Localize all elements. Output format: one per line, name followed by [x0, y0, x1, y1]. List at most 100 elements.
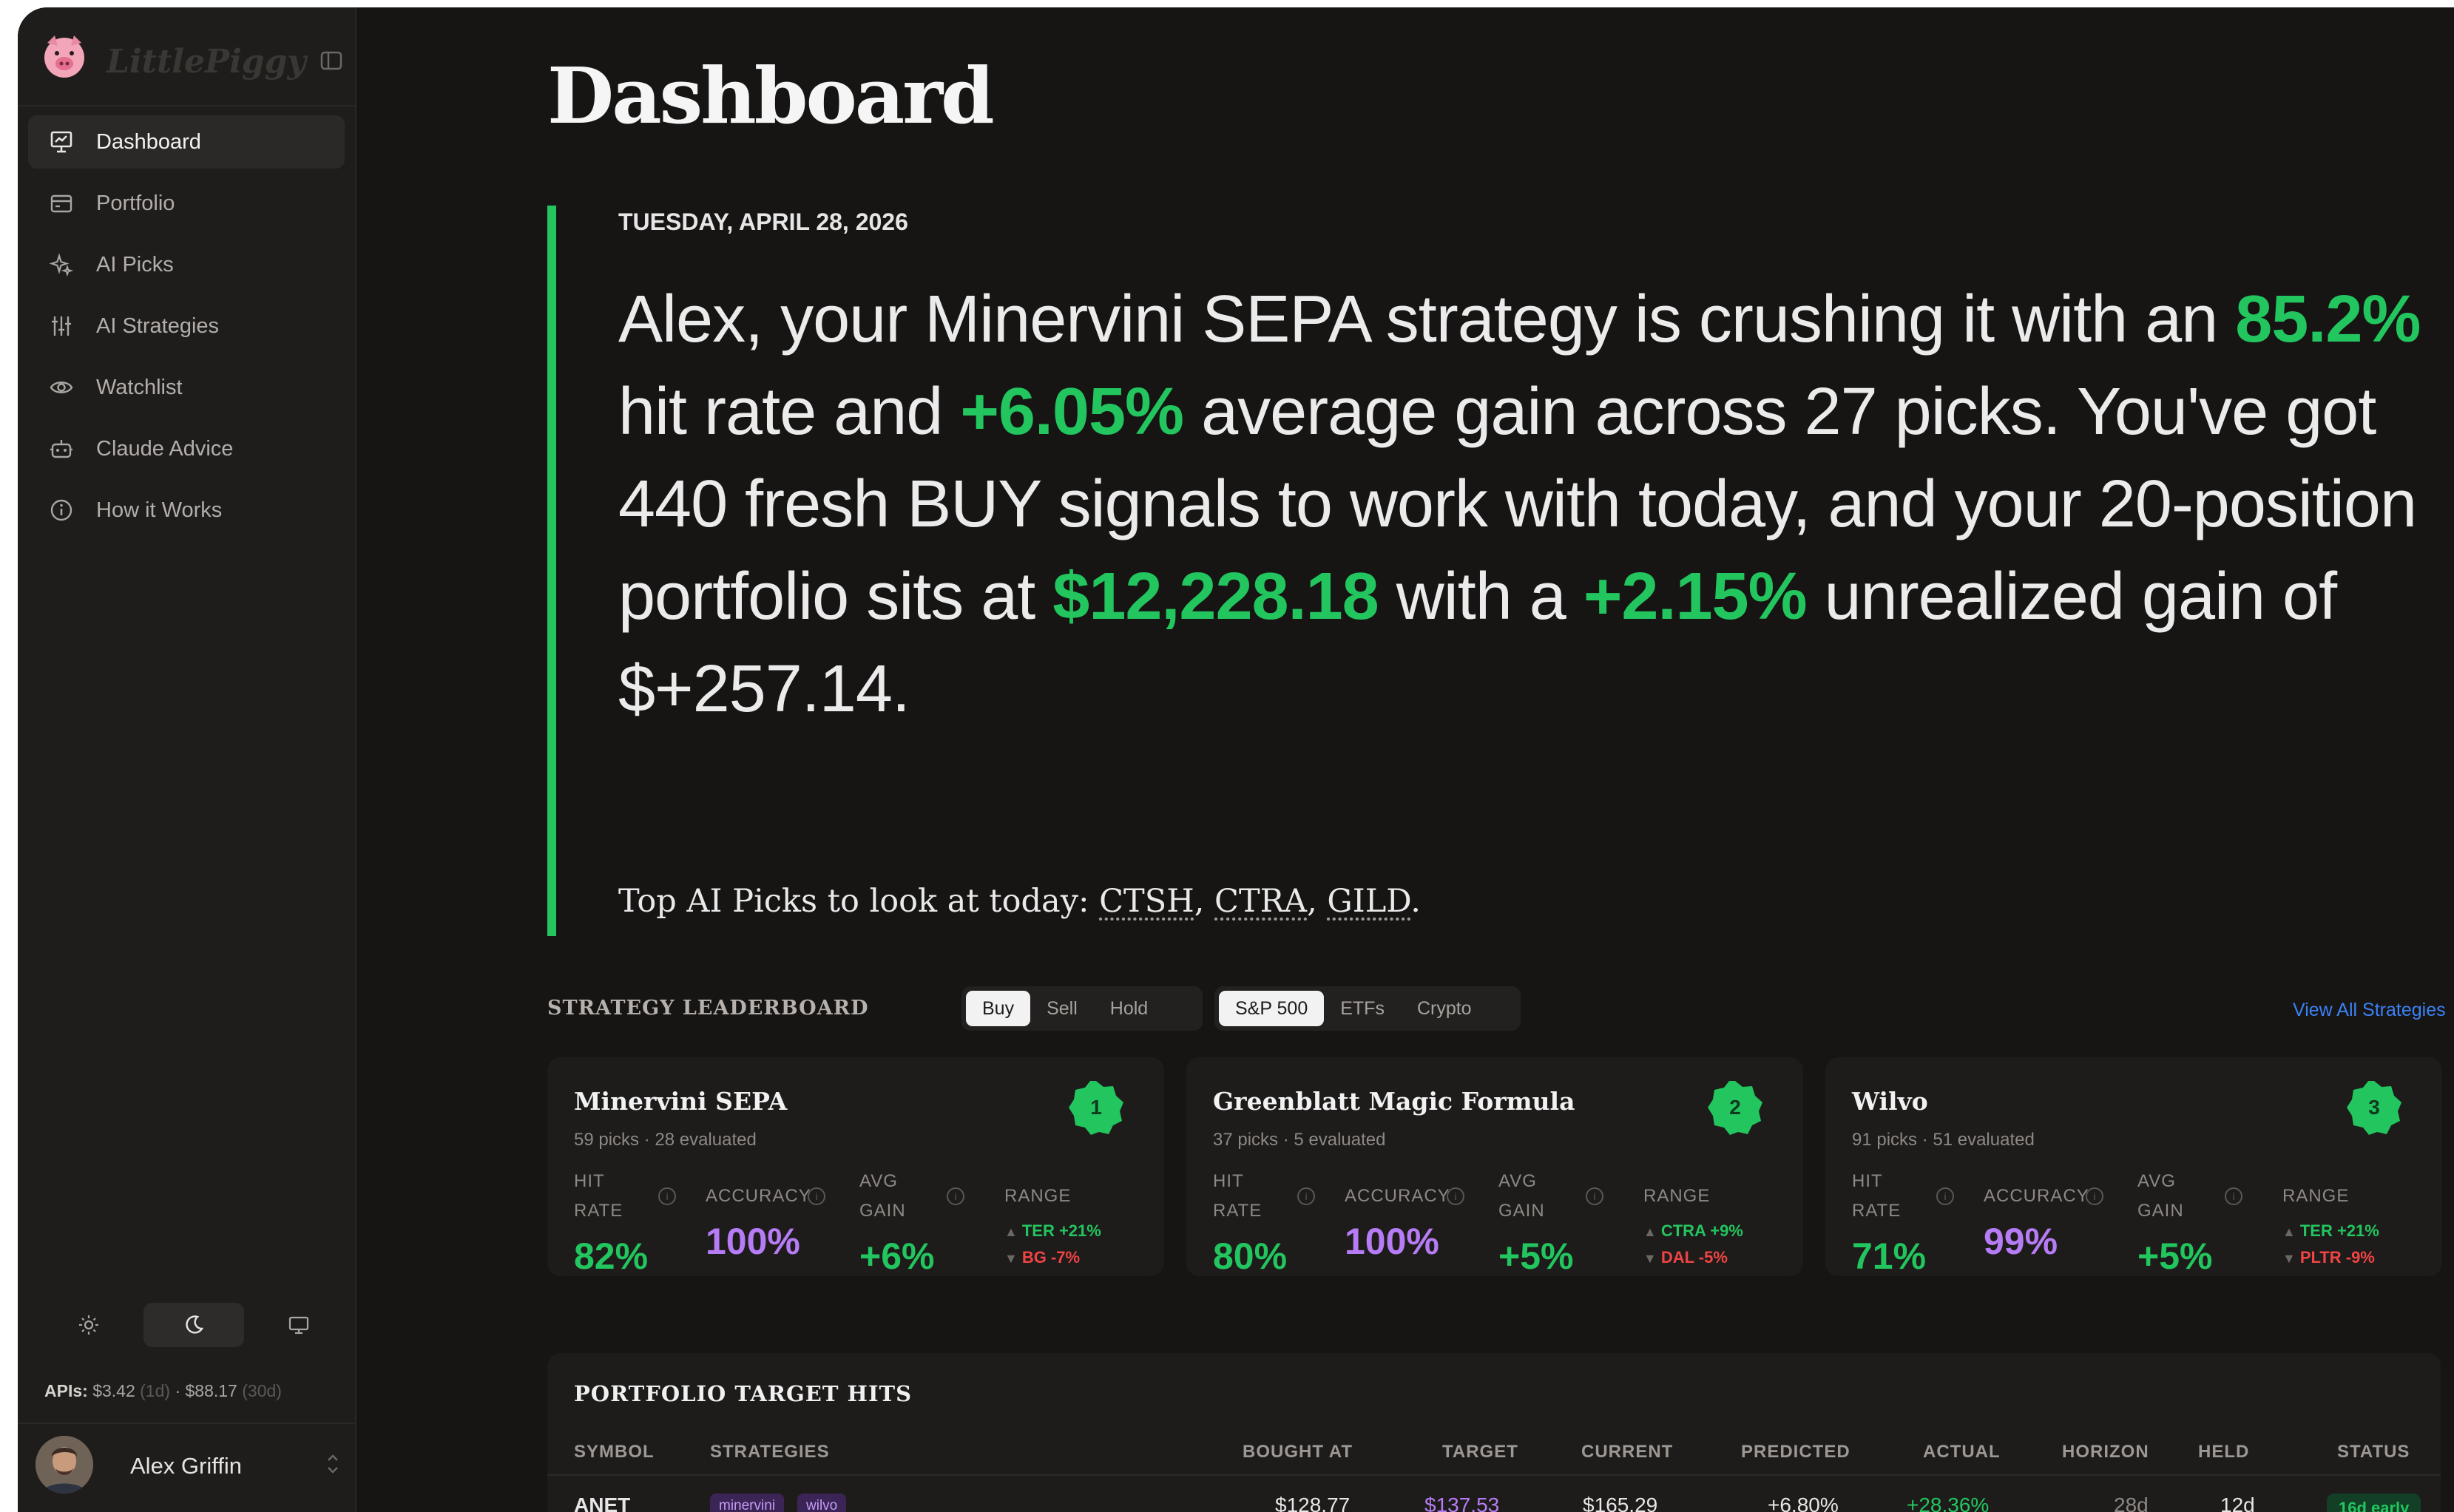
cell-symbol[interactable]: ANET — [574, 1494, 630, 1512]
ticker-link-gild[interactable]: GILD — [1327, 883, 1410, 920]
sidebar-item-label: Claude Advice — [96, 436, 234, 461]
theme-dark-button[interactable] — [143, 1303, 244, 1347]
column-header-status[interactable]: STATUS — [2337, 1442, 2410, 1462]
chevron-up-down-icon — [328, 1454, 338, 1474]
info-icon[interactable]: i — [947, 1187, 964, 1205]
summary-unrealized-pct: +2.15% — [1583, 560, 1808, 634]
filter-sell[interactable]: Sell — [1030, 991, 1094, 1026]
metric-label-accuracy: ACCURACY — [1345, 1186, 1450, 1206]
metric-label-avg-gain: AVG GAIN — [859, 1167, 906, 1226]
sidebar-item-ai-strategies[interactable]: AI Strategies — [28, 299, 345, 353]
portfolio-target-hits: PORTFOLIO TARGET HITS SYMBOL STRATEGIES … — [547, 1353, 2441, 1512]
ticker-link-ctra[interactable]: CTRA — [1214, 883, 1307, 920]
info-icon[interactable]: i — [1936, 1187, 1954, 1205]
eye-icon — [50, 382, 73, 393]
range-worst: ▼ BG -7% — [1004, 1248, 1080, 1267]
strategy-tag: wilvo — [797, 1494, 847, 1512]
info-icon[interactable]: i — [2225, 1187, 2242, 1205]
info-icon[interactable]: i — [1297, 1187, 1315, 1205]
metric-avg-gain: +6% — [859, 1235, 935, 1277]
strategy-card[interactable]: Wilvo 91 picks · 51 evaluated 3 HIT RATE … — [1825, 1057, 2442, 1277]
strategy-name: Wilvo — [1852, 1087, 1928, 1116]
metric-label-line: AVG — [1498, 1171, 1537, 1191]
sidebar-divider — [18, 105, 355, 106]
metric-label-line: GAIN — [2137, 1201, 2184, 1221]
rank-badge: 1 — [1067, 1078, 1126, 1137]
filter-buy[interactable]: Buy — [966, 991, 1031, 1026]
table-header-divider — [547, 1474, 2441, 1476]
range-best-value: TER +21% — [2299, 1221, 2379, 1240]
theme-light-button[interactable] — [38, 1303, 139, 1347]
metric-label-accuracy: ACCURACY — [1984, 1186, 2089, 1206]
column-header-target[interactable]: TARGET — [1442, 1442, 1518, 1462]
universe-filter: S&P 500 ETFs Crypto — [1214, 986, 1521, 1031]
sidebar-item-dashboard[interactable]: Dashboard — [28, 115, 345, 169]
logo[interactable]: LittlePiggy — [38, 30, 349, 89]
sidebar-item-watchlist[interactable]: Watchlist — [28, 361, 345, 414]
metric-label-line: RATE — [1213, 1201, 1263, 1221]
metric-label-line: AVG — [859, 1171, 898, 1191]
summary-accent-bar — [547, 206, 556, 936]
filter-etfs[interactable]: ETFs — [1324, 991, 1401, 1026]
summary-portfolio-value: $12,228.18 — [1052, 560, 1379, 634]
column-header-symbol[interactable]: SYMBOL — [574, 1442, 655, 1462]
sidebar-item-how-it-works[interactable]: How it Works — [28, 484, 345, 537]
column-header-current[interactable]: CURRENT — [1581, 1442, 1673, 1462]
info-icon[interactable]: i — [2086, 1187, 2103, 1205]
sidebar-item-label: How it Works — [96, 498, 223, 522]
metric-label-range: RANGE — [1643, 1186, 1711, 1206]
cell-actual: +28.36% — [1907, 1494, 1990, 1512]
column-header-bought-at[interactable]: BOUGHT AT — [1243, 1442, 1353, 1462]
view-all-strategies-link[interactable]: View All Strategies — [2293, 1000, 2446, 1021]
theme-system-button[interactable] — [249, 1303, 349, 1347]
section-title-leaderboard: STRATEGY LEADERBOARD — [547, 997, 869, 1020]
metric-label-range: RANGE — [2282, 1186, 2350, 1206]
sidebar-item-label: Portfolio — [96, 191, 175, 215]
filter-sp500[interactable]: S&P 500 — [1219, 991, 1325, 1026]
column-header-predicted[interactable]: PREDICTED — [1741, 1442, 1850, 1462]
metric-accuracy: 100% — [1345, 1221, 1439, 1262]
column-header-horizon[interactable]: HORIZON — [2062, 1442, 2149, 1462]
api-cost-summary: APIs: $3.42 (1d) · $88.17 (30d) — [44, 1381, 282, 1401]
info-icon[interactable]: i — [658, 1187, 676, 1205]
ticker-link-ctsh[interactable]: CTSH — [1099, 883, 1194, 920]
strategy-subtitle: 91 picks · 51 evaluated — [1852, 1130, 2035, 1150]
sidebar: LittlePiggy Dashboard Portfolio AI Picks… — [18, 7, 356, 1512]
metric-avg-gain: +5% — [1498, 1235, 1574, 1277]
range-worst-value: PLTR -9% — [2299, 1248, 2375, 1267]
range-worst-value: BG -7% — [1021, 1248, 1081, 1267]
sparkles-icon — [49, 253, 74, 277]
triangle-up-icon: ▲ — [2282, 1224, 2296, 1239]
daily-summary: Alex, your Minervini SEPA strategy is cr… — [618, 274, 2430, 736]
info-icon[interactable]: i — [1447, 1187, 1464, 1205]
strategy-card[interactable]: Minervini SEPA 59 picks · 28 evaluated 1… — [547, 1057, 1164, 1277]
filter-hold[interactable]: Hold — [1094, 991, 1164, 1026]
user-menu[interactable]: Alex Griffin — [36, 1434, 346, 1496]
sidebar-item-claude-advice[interactable]: Claude Advice — [28, 422, 345, 475]
filter-crypto[interactable]: Crypto — [1401, 991, 1488, 1026]
metric-label-line: HIT — [1213, 1171, 1244, 1191]
info-icon[interactable]: i — [808, 1187, 825, 1205]
ticker-separator: , — [1194, 883, 1215, 920]
range-best: ▲ TER +21% — [1004, 1221, 1101, 1241]
metric-label-line: RATE — [1852, 1201, 1902, 1221]
column-header-actual[interactable]: ACTUAL — [1923, 1442, 2001, 1462]
moon-icon — [186, 1315, 204, 1334]
sidebar-item-label: AI Picks — [96, 252, 174, 277]
sidebar-item-ai-picks[interactable]: AI Picks — [28, 238, 345, 291]
sidebar-toggle-icon[interactable] — [320, 49, 343, 72]
range-worst: ▼ DAL -5% — [1643, 1248, 1728, 1267]
pig-logo-icon — [44, 35, 84, 78]
metric-label-avg-gain: AVG GAIN — [2137, 1167, 2184, 1226]
info-icon[interactable]: i — [1586, 1187, 1603, 1205]
metric-label-hit-rate: HIT RATE — [1213, 1167, 1262, 1226]
column-header-held[interactable]: HELD — [2198, 1442, 2249, 1462]
strategy-card[interactable]: Greenblatt Magic Formula 37 picks · 5 ev… — [1186, 1057, 1803, 1277]
metric-label-line: AVG — [2137, 1171, 2176, 1191]
cell-held: 12d — [2220, 1494, 2255, 1512]
column-header-strategies[interactable]: STRATEGIES — [710, 1442, 830, 1462]
api-cost-separator: · — [175, 1381, 181, 1400]
user-name: Alex Griffin — [130, 1453, 243, 1479]
sidebar-item-portfolio[interactable]: Portfolio — [28, 177, 345, 230]
rank-number: 1 — [1090, 1096, 1102, 1119]
